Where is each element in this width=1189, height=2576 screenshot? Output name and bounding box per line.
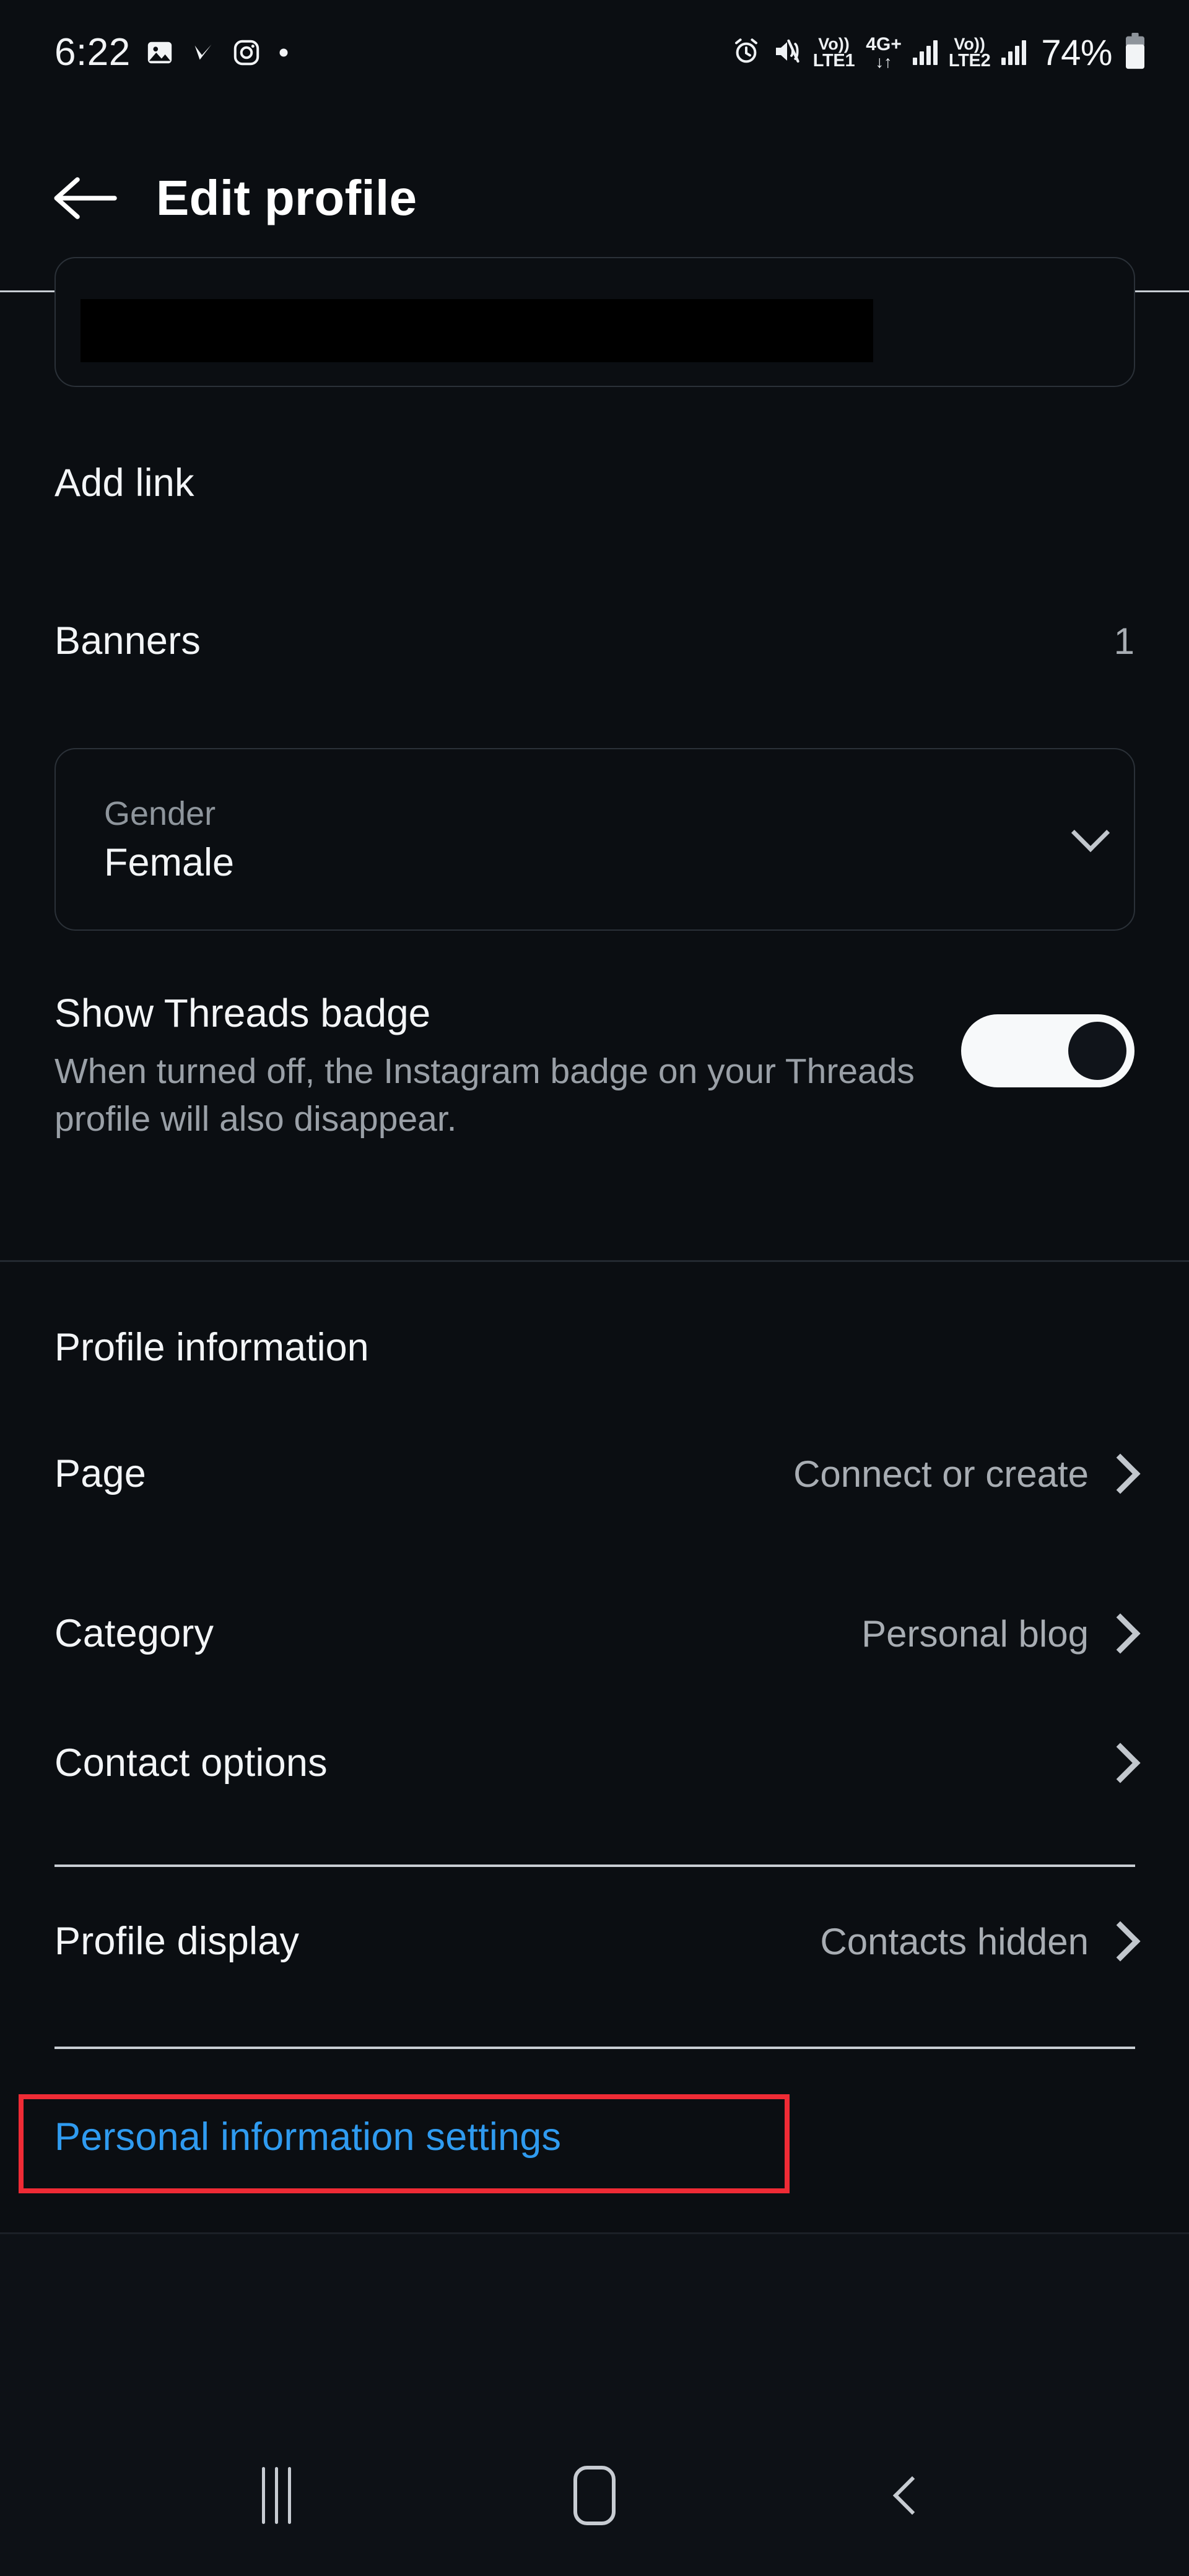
- chevron-right-icon[interactable]: [1100, 1613, 1140, 1653]
- status-bar-left: 6:22: [54, 33, 292, 72]
- back-icon[interactable]: [853, 2449, 971, 2542]
- gender-select[interactable]: Gender Female: [54, 748, 1135, 931]
- threads-badge-description: When turned off, the Instagram badge on …: [54, 1048, 921, 1143]
- inset-divider-top: [54, 1865, 1135, 1867]
- page-title: Edit profile: [156, 170, 417, 227]
- bottom-area: [0, 2232, 1189, 2576]
- toggle-knob: [1068, 1022, 1126, 1080]
- settings-scroll-content: Add link Banners 1 Gender Female Show Th…: [0, 294, 1189, 2232]
- alarm-icon: [731, 37, 761, 69]
- battery-icon: [1123, 33, 1147, 73]
- personal-information-settings-link[interactable]: Personal information settings: [54, 2115, 561, 2159]
- phone-screen: 6:22 Vo)) LTE1: [0, 0, 1189, 2576]
- chevron-right-icon[interactable]: [1100, 1453, 1140, 1494]
- dot-icon: [276, 45, 292, 61]
- chevron-right-icon[interactable]: [1100, 1921, 1140, 1961]
- gender-value: Female: [104, 840, 234, 885]
- add-link-label: Add link: [54, 461, 194, 505]
- checkmark-icon: [189, 38, 217, 67]
- page-value: Connect or create: [793, 1453, 1089, 1495]
- banners-row[interactable]: Banners 1: [0, 604, 1189, 678]
- system-navigation-bar: [0, 2415, 1189, 2576]
- signal-bars-sim2-icon: [1001, 40, 1026, 65]
- network-type-icon: 4G+ ↓↑: [866, 35, 902, 71]
- status-bar: 6:22 Vo)) LTE1: [0, 0, 1189, 105]
- redacted-value-bar: [81, 299, 873, 362]
- threads-badge-toggle[interactable]: [961, 1014, 1135, 1087]
- threads-badge-title: Show Threads badge: [54, 991, 921, 1037]
- home-icon[interactable]: [536, 2449, 653, 2542]
- section-divider: [0, 1260, 1189, 1262]
- volte-sim2-icon: Vo)) LTE2: [949, 36, 991, 70]
- recents-icon[interactable]: [218, 2449, 336, 2542]
- page-label: Page: [54, 1451, 146, 1496]
- signal-bars-sim1-icon: [913, 40, 938, 65]
- add-link-row[interactable]: Add link: [0, 446, 1189, 520]
- bio-input-field[interactable]: [54, 257, 1135, 387]
- status-bar-right: Vo)) LTE1 4G+ ↓↑ Vo)) LTE2 74%: [731, 32, 1147, 74]
- contact-options-label: Contact options: [54, 1741, 328, 1785]
- chevron-right-icon[interactable]: [1100, 1743, 1140, 1783]
- category-row[interactable]: Category Personal blog: [0, 1596, 1189, 1671]
- mute-vibrate-icon: [772, 37, 802, 69]
- volte-sim1-icon: Vo)) LTE1: [813, 36, 855, 70]
- profile-display-row[interactable]: Profile display Contacts hidden: [0, 1904, 1189, 1978]
- photo-icon: [146, 38, 174, 67]
- contact-options-row[interactable]: Contact options: [0, 1726, 1189, 1800]
- banners-count: 1: [1114, 620, 1135, 663]
- profile-information-heading: Profile information: [54, 1325, 369, 1370]
- profile-display-value: Contacts hidden: [820, 1920, 1089, 1963]
- instagram-icon: [232, 38, 261, 67]
- battery-percent: 74%: [1041, 32, 1112, 74]
- status-clock: 6:22: [54, 33, 131, 72]
- gender-label: Gender: [104, 794, 234, 833]
- category-label: Category: [54, 1611, 214, 1656]
- back-arrow-icon[interactable]: [37, 152, 130, 245]
- chevron-down-icon[interactable]: [1071, 813, 1110, 851]
- category-value: Personal blog: [861, 1612, 1089, 1655]
- profile-display-label: Profile display: [54, 1919, 299, 1964]
- page-row[interactable]: Page Connect or create: [0, 1437, 1189, 1511]
- threads-badge-row[interactable]: Show Threads badge When turned off, the …: [0, 991, 1189, 1142]
- banners-label: Banners: [54, 619, 201, 663]
- inset-divider-bottom: [54, 2047, 1135, 2049]
